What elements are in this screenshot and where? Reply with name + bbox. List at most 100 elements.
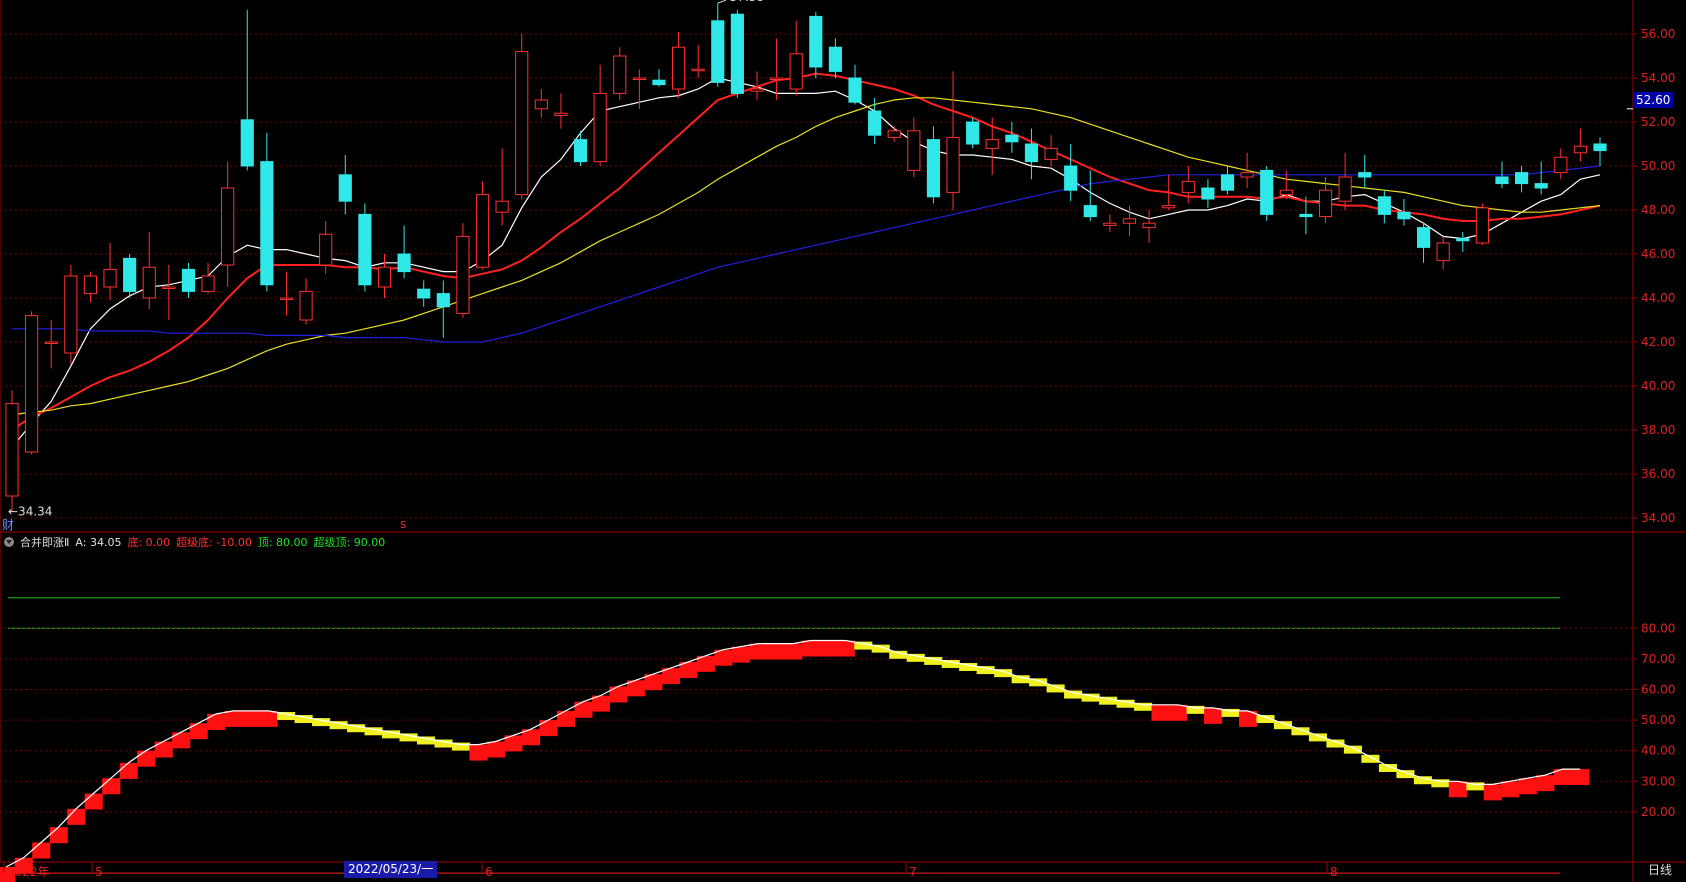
candle — [1338, 152, 1352, 210]
indicator-block — [1203, 707, 1223, 724]
indicator-legend: 合并即涨Ⅱ A: 34.05 底: 0.00 超级底: -10.00 顶: 80… — [0, 534, 391, 550]
candle-body — [515, 51, 529, 196]
candle — [377, 254, 392, 298]
candle — [1358, 155, 1372, 188]
candle-body — [260, 161, 274, 286]
indicator-block — [766, 643, 785, 660]
candle-body — [1475, 207, 1489, 244]
indicator-block — [469, 744, 488, 761]
period-label[interactable]: 日线 — [1648, 861, 1672, 878]
candle-body — [162, 286, 176, 289]
indicator-tick-label: 30.00 — [1641, 774, 1675, 788]
candle-body — [750, 88, 764, 92]
candle-body — [1142, 222, 1156, 229]
indicator-block — [259, 710, 278, 727]
candle-body — [828, 46, 842, 72]
candle-body — [1338, 176, 1352, 202]
candle-body — [1064, 165, 1078, 191]
indicator-tick-label: 60.00 — [1641, 683, 1675, 697]
low-label: ←34.34 — [8, 504, 52, 518]
indicator-block — [1361, 754, 1380, 763]
candle — [1554, 148, 1568, 180]
legend-a: A: 34.05 — [75, 535, 122, 549]
price-tick-label: 54.00 — [1641, 71, 1675, 85]
indicator-block — [67, 808, 86, 825]
candle — [5, 390, 19, 512]
candle-body — [1573, 145, 1587, 154]
x-axis-label: 8 — [1330, 865, 1338, 879]
candle — [299, 278, 313, 325]
candle-body — [1358, 172, 1372, 178]
finance-marker[interactable]: 财 — [2, 516, 14, 533]
indicator-tick-label: 40.00 — [1641, 744, 1675, 758]
indicator-block — [731, 646, 750, 663]
candle-body — [436, 293, 450, 308]
candle — [1220, 166, 1235, 195]
chart-canvas: 56.00 54.00 52.00 50.00 48.00 46.00 44.00 42.00… — [0, 0, 1686, 882]
candle-body — [1534, 183, 1548, 189]
candle — [1416, 223, 1431, 263]
candle-body — [613, 55, 627, 94]
indicator-line — [5, 639, 1580, 868]
candle — [495, 148, 509, 226]
indicator-tick-label: 20.00 — [1641, 805, 1675, 819]
legend-super-top: 超级顶: 90.00 — [313, 536, 386, 549]
candle — [358, 203, 372, 292]
candle-body — [358, 213, 372, 286]
indicator-block — [889, 650, 908, 659]
candle-body — [985, 139, 999, 149]
indicator-block — [1151, 704, 1170, 721]
candle-body — [593, 92, 607, 163]
candle-body — [1201, 187, 1215, 200]
candle — [926, 126, 941, 204]
candle-body — [534, 99, 548, 110]
high-label: 57.38 — [730, 0, 764, 4]
candle — [260, 133, 274, 292]
candle — [848, 64, 862, 105]
candle-body — [1554, 156, 1568, 174]
candle-body — [1515, 172, 1529, 185]
candle — [1397, 199, 1411, 226]
indicator-block — [1571, 769, 1590, 786]
candle — [789, 20, 803, 96]
candle — [809, 12, 823, 78]
candle — [946, 71, 960, 210]
candle-body — [1162, 205, 1176, 209]
indicator-block — [1536, 775, 1555, 792]
indicator-block — [539, 720, 558, 737]
candle-body — [632, 77, 646, 80]
candle-body — [1260, 169, 1274, 215]
price-tick-label: 38.00 — [1641, 423, 1675, 437]
candle-body — [1299, 213, 1313, 218]
candle — [1377, 190, 1391, 224]
indicator-name[interactable]: 合并即涨Ⅱ — [20, 534, 69, 550]
candle — [201, 262, 215, 294]
indicator-block — [119, 762, 138, 779]
candle-body — [868, 110, 882, 136]
indicator-block — [836, 640, 855, 657]
candle — [1475, 203, 1489, 246]
candle-body — [1436, 242, 1450, 262]
candle-body — [1044, 147, 1058, 160]
indicator-block — [32, 842, 51, 859]
candle-body — [770, 77, 784, 80]
high-marker — [717, 0, 726, 4]
candle-body — [789, 53, 803, 90]
candle — [1103, 214, 1117, 232]
candle-body — [201, 275, 215, 292]
candle-body — [299, 290, 313, 321]
candle — [221, 161, 235, 287]
candle-body — [221, 187, 235, 266]
indicator-block — [154, 741, 173, 758]
candle — [828, 38, 842, 78]
indicator-block — [1064, 690, 1083, 699]
candle-body — [554, 112, 568, 116]
indicator-menu-icon[interactable] — [4, 537, 14, 547]
candle — [907, 117, 921, 177]
candle-body — [397, 253, 411, 273]
x-axis-label: 6 — [485, 865, 493, 879]
candle-body — [652, 79, 666, 86]
indicator-block — [486, 741, 506, 758]
candle-body — [142, 266, 156, 299]
x-axis-label: 2022年 — [7, 865, 50, 879]
